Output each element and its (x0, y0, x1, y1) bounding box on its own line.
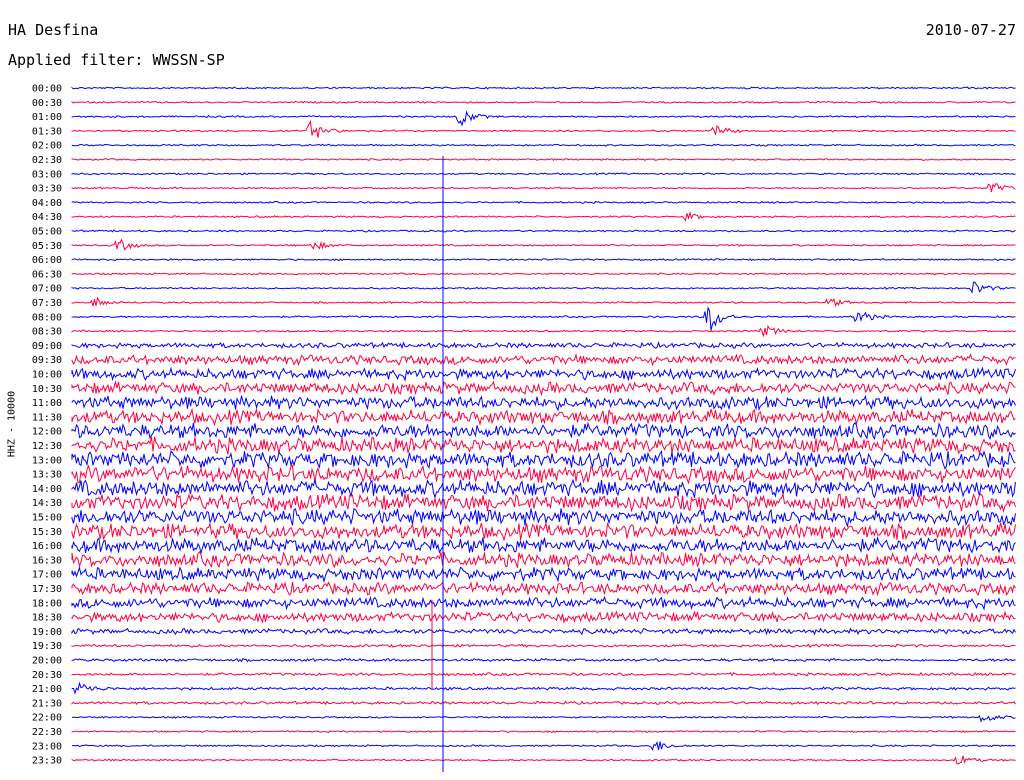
row-time-label: 01:00 (32, 112, 62, 123)
seismic-trace (71, 729, 1016, 734)
row-time-label: 15:30 (32, 527, 62, 538)
seismic-trace (71, 210, 1016, 222)
row-time-label: 12:30 (32, 441, 62, 452)
row-time-label: 08:00 (32, 312, 62, 323)
seismic-trace (71, 110, 1016, 127)
row-time-label: 14:30 (32, 498, 62, 509)
seismic-trace (71, 551, 1016, 569)
row-time-label: 15:00 (32, 513, 62, 524)
seismic-trace (71, 755, 1016, 765)
row-time-label: 18:30 (32, 613, 62, 624)
seismic-trace (71, 258, 1016, 262)
seismic-trace (71, 340, 1016, 350)
row-time-label: 07:00 (32, 284, 62, 295)
row-time-label: 02:30 (32, 155, 62, 166)
row-time-label: 16:30 (32, 555, 62, 566)
seismic-trace (71, 627, 1016, 636)
row-time-label: 11:00 (32, 398, 62, 409)
row-time-label: 04:30 (32, 212, 62, 223)
seismic-trace (71, 157, 1016, 162)
row-time-label: 06:30 (32, 269, 62, 280)
seismic-trace (71, 366, 1016, 382)
seismic-trace (71, 421, 1016, 441)
seismic-trace (71, 478, 1016, 500)
row-time-label: 22:30 (32, 727, 62, 738)
seismic-trace (71, 100, 1016, 104)
helicorder-plot: 00:00 00:30 01:00 01:30 02:00 02:30 03:00 03:30… (32, 84, 1016, 772)
seismic-trace (71, 741, 1016, 751)
seismic-trace (71, 610, 1016, 624)
row-time-label: 17:00 (32, 570, 62, 581)
seismic-trace (71, 229, 1016, 233)
seismogram-figure: HA Desfina 2010-07-27 Applied filter: WW… (0, 0, 1024, 780)
seismic-trace (71, 595, 1016, 611)
row-time-label: 03:00 (32, 169, 62, 180)
row-time-label: 07:30 (32, 298, 62, 309)
row-time-label: 18:00 (32, 598, 62, 609)
seismic-trace (71, 238, 1016, 251)
row-time-label: 05:00 (32, 227, 62, 238)
seismic-trace (71, 281, 1016, 294)
seismic-trace (71, 324, 1016, 337)
seismic-trace (71, 119, 1016, 138)
row-time-label: 22:00 (32, 713, 62, 724)
row-time-label: 20:30 (32, 670, 62, 681)
row-time-label: 00:30 (32, 98, 62, 109)
seismic-trace (71, 508, 1016, 528)
row-time-label: 03:30 (32, 184, 62, 195)
row-time-label: 11:30 (32, 412, 62, 423)
seismic-trace (71, 272, 1016, 276)
seismic-trace (71, 671, 1016, 677)
row-time-label: 01:30 (32, 126, 62, 137)
row-time-label: 14:00 (32, 484, 62, 495)
seismic-trace (71, 380, 1016, 397)
row-time-label: 13:00 (32, 455, 62, 466)
row-time-label: 17:30 (32, 584, 62, 595)
seismic-trace (71, 200, 1016, 205)
seismic-trace (71, 407, 1016, 427)
row-time-label: 19:30 (32, 641, 62, 652)
seismic-trace (71, 296, 1016, 308)
seismic-trace (71, 435, 1016, 455)
row-time-label: 06:00 (32, 255, 62, 266)
row-time-label: 13:30 (32, 470, 62, 481)
row-time-label: 21:30 (32, 698, 62, 709)
row-time-label: 02:00 (32, 141, 62, 152)
seismic-trace (71, 182, 1016, 193)
row-time-label: 20:00 (32, 656, 62, 667)
seismic-trace (71, 306, 1016, 331)
row-time-label: 10:30 (32, 384, 62, 395)
row-time-label: 21:00 (32, 684, 62, 695)
seismic-trace (71, 143, 1016, 147)
seismic-trace (71, 657, 1016, 663)
seismic-trace (71, 521, 1016, 542)
seismic-trace (71, 353, 1016, 367)
seismic-trace (71, 643, 1016, 649)
seismic-trace (71, 394, 1016, 412)
seismic-trace (71, 580, 1016, 597)
row-time-label: 10:00 (32, 370, 62, 381)
row-time-label: 05:30 (32, 241, 62, 252)
row-time-label: 09:00 (32, 341, 62, 352)
row-time-label: 04:00 (32, 198, 62, 209)
seismic-trace (71, 566, 1016, 584)
row-time-label: 09:30 (32, 355, 62, 366)
row-time-label: 16:00 (32, 541, 62, 552)
seismic-trace (71, 86, 1016, 90)
seismic-trace (71, 681, 1016, 695)
seismic-trace (71, 450, 1016, 470)
seismic-trace (71, 172, 1016, 176)
seismic-trace (71, 535, 1016, 555)
seismic-trace (71, 700, 1016, 706)
row-time-label: 12:00 (32, 427, 62, 438)
seismic-trace (71, 714, 1016, 723)
row-time-label: 08:30 (32, 327, 62, 338)
seismic-trace (71, 464, 1016, 485)
row-time-label: 00:00 (32, 84, 62, 95)
row-time-label: 23:30 (32, 756, 62, 767)
row-time-label: 19:00 (32, 627, 62, 638)
row-time-label: 23:00 (32, 741, 62, 752)
